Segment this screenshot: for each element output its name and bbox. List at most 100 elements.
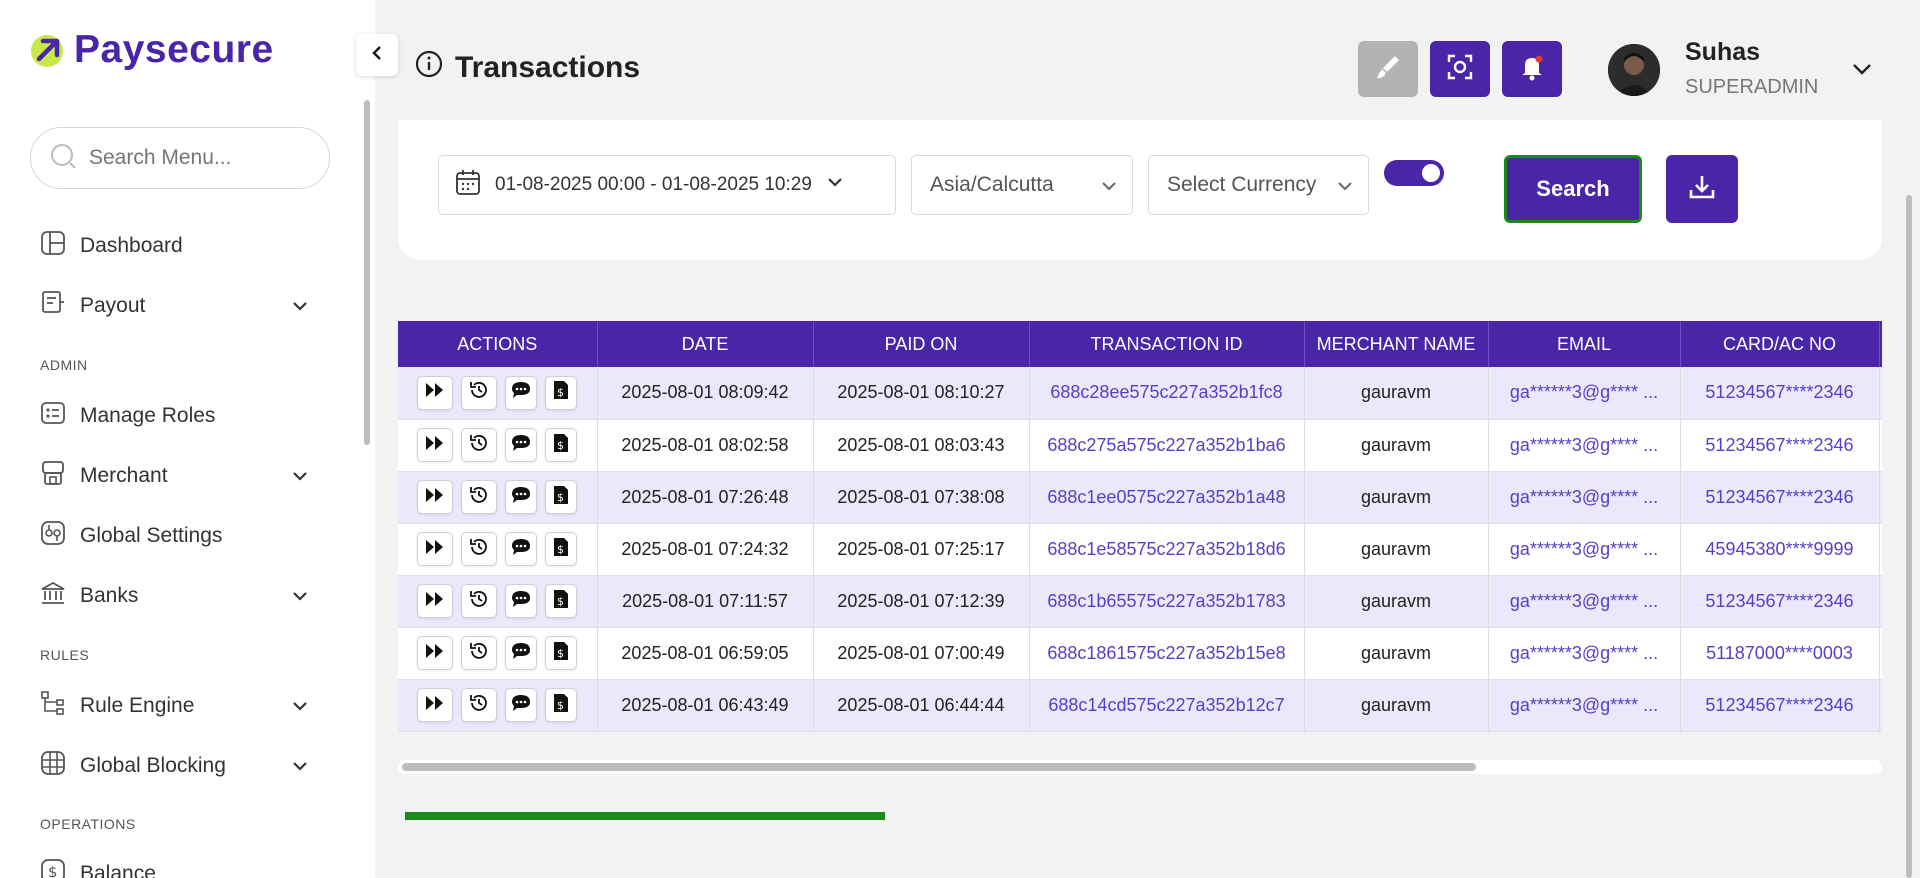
sidebar-item-global-blocking[interactable]: Global Blocking — [40, 746, 310, 786]
process-button[interactable] — [417, 532, 454, 566]
email-cell[interactable]: ga******3@g**** ... — [1488, 471, 1681, 524]
process-button[interactable] — [417, 428, 454, 462]
history-button[interactable] — [461, 480, 498, 514]
currency-select[interactable]: Select Currency — [1148, 155, 1369, 215]
invoice-button[interactable]: $ — [545, 688, 578, 722]
comment-button[interactable] — [505, 480, 538, 514]
invoice-button[interactable]: $ — [545, 428, 578, 462]
history-button[interactable] — [461, 532, 498, 566]
timezone-select[interactable]: Asia/Calcutta — [911, 155, 1133, 215]
history-button[interactable] — [461, 428, 498, 462]
user-name[interactable]: Suhas — [1685, 38, 1760, 67]
email-cell[interactable]: ga******3@g**** ... — [1488, 419, 1681, 472]
comment-button[interactable] — [505, 584, 538, 618]
comment-button[interactable] — [505, 375, 538, 410]
chevron-down-icon[interactable] — [290, 756, 310, 782]
history-button[interactable] — [461, 375, 498, 410]
email-cell[interactable]: ga******3@g**** ... — [1488, 679, 1681, 732]
column-header-actions[interactable]: ACTIONS — [398, 321, 598, 367]
table-row[interactable]: $ 2025-08-01 07:24:32 2025-08-01 07:25:1… — [398, 523, 1882, 576]
card-cell[interactable]: 51234567****2346 — [1680, 575, 1880, 628]
chevron-down-icon[interactable] — [1850, 58, 1874, 85]
column-header-merchant-name[interactable]: MERCHANT NAME — [1304, 321, 1489, 367]
email-cell[interactable]: ga******3@g**** ... — [1488, 627, 1681, 680]
notifications-button[interactable] — [1502, 41, 1562, 97]
menu-search[interactable] — [30, 127, 330, 189]
sidebar-item-balance[interactable]: $ Balance — [40, 854, 310, 878]
history-button[interactable] — [461, 688, 498, 722]
invoice-button[interactable]: $ — [545, 375, 578, 410]
sidebar-item-payout[interactable]: Payout — [40, 286, 310, 326]
card-cell[interactable]: 51234567****2346 — [1680, 367, 1880, 420]
menu-search-input[interactable] — [89, 146, 309, 170]
info-icon[interactable] — [415, 50, 443, 86]
column-header-transaction-id[interactable]: TRANSACTION ID — [1029, 321, 1305, 367]
comment-button[interactable] — [505, 636, 538, 670]
sidebar-item-global-settings[interactable]: Global Settings — [40, 516, 310, 556]
process-button[interactable] — [417, 480, 454, 514]
email-cell[interactable]: ga******3@g**** ... — [1488, 575, 1681, 628]
chevron-down-icon[interactable] — [290, 466, 310, 492]
card-cell[interactable]: 45945380****9999 — [1680, 523, 1880, 576]
search-button[interactable]: Search — [1504, 155, 1642, 223]
table-horizontal-scrollbar[interactable] — [398, 760, 1882, 774]
chevron-down-icon — [826, 173, 844, 197]
screen-capture-button[interactable] — [1430, 41, 1490, 97]
comment-button[interactable] — [505, 428, 538, 462]
download-button[interactable] — [1666, 155, 1738, 223]
table-row[interactable]: $ 2025-08-01 07:26:48 2025-08-01 07:38:0… — [398, 471, 1882, 524]
table-row[interactable]: $ 2025-08-01 08:02:58 2025-08-01 08:03:4… — [398, 419, 1882, 472]
app-logo[interactable]: Paysecure — [30, 28, 274, 72]
chevron-down-icon[interactable] — [290, 296, 310, 322]
transaction-id-link[interactable]: 688c28ee575c227a352b1fc8 — [1029, 367, 1305, 420]
table-row[interactable]: $ 2025-08-01 06:43:49 2025-08-01 06:44:4… — [398, 679, 1882, 732]
process-button[interactable] — [417, 636, 454, 670]
comment-button[interactable] — [505, 532, 538, 566]
history-button[interactable] — [461, 636, 498, 670]
sidebar-item-dashboard[interactable]: Dashboard — [40, 226, 310, 266]
history-icon — [469, 485, 489, 510]
sidebar-item-rule-engine[interactable]: Rule Engine — [40, 686, 310, 726]
process-button[interactable] — [417, 688, 454, 722]
table-row[interactable]: $ 2025-08-01 08:09:42 2025-08-01 08:10:2… — [398, 367, 1882, 420]
invoice-button[interactable]: $ — [545, 532, 578, 566]
invoice-button[interactable]: $ — [545, 480, 578, 514]
invoice-button[interactable]: $ — [545, 636, 578, 670]
card-cell[interactable]: 51234567****2346 — [1680, 419, 1880, 472]
transaction-id-link[interactable]: 688c1861575c227a352b15e8 — [1029, 627, 1305, 680]
column-header-date[interactable]: DATE — [597, 321, 814, 367]
clear-cache-button[interactable] — [1358, 41, 1418, 97]
column-header-paid-on[interactable]: PAID ON — [813, 321, 1030, 367]
email-cell[interactable]: ga******3@g**** ... — [1488, 367, 1681, 420]
transaction-id-link[interactable]: 688c1b65575c227a352b1783 — [1029, 575, 1305, 628]
email-cell[interactable]: ga******3@g**** ... — [1488, 523, 1681, 576]
process-button[interactable] — [417, 375, 454, 410]
column-header-card-ac-no[interactable]: CARD/AC NO — [1680, 321, 1880, 367]
filter-toggle[interactable] — [1384, 160, 1444, 186]
comment-button[interactable] — [505, 688, 538, 722]
table-row[interactable]: $ 2025-08-01 06:59:05 2025-08-01 07:00:4… — [398, 627, 1882, 680]
sidebar-item-manage-roles[interactable]: Manage Roles — [40, 396, 310, 436]
history-button[interactable] — [461, 584, 498, 618]
card-cell[interactable]: 51234567****2346 — [1680, 679, 1880, 732]
date-range-picker[interactable]: 01-08-2025 00:00 - 01-08-2025 10:29 — [438, 155, 896, 215]
scrollbar-thumb[interactable] — [402, 763, 1476, 771]
table-row[interactable]: $ 2025-08-01 07:11:57 2025-08-01 07:12:3… — [398, 575, 1882, 628]
avatar[interactable] — [1608, 44, 1660, 96]
sidebar-item-banks[interactable]: Banks — [40, 576, 310, 616]
chevron-down-icon[interactable] — [290, 696, 310, 722]
card-cell[interactable]: 51187000****0003 — [1680, 627, 1880, 680]
column-header-email[interactable]: EMAIL — [1488, 321, 1681, 367]
invoice-button[interactable]: $ — [545, 584, 578, 618]
sidebar-item-merchant[interactable]: Merchant — [40, 456, 310, 496]
transaction-id-link[interactable]: 688c14cd575c227a352b12c7 — [1029, 679, 1305, 732]
transaction-id-link[interactable]: 688c1e58575c227a352b18d6 — [1029, 523, 1305, 576]
transaction-id-link[interactable]: 688c275a575c227a352b1ba6 — [1029, 419, 1305, 472]
transaction-id-link[interactable]: 688c1ee0575c227a352b1a48 — [1029, 471, 1305, 524]
chevron-down-icon[interactable] — [290, 586, 310, 612]
main-vertical-scrollbar[interactable] — [1906, 195, 1912, 878]
process-button[interactable] — [417, 584, 454, 618]
sidebar-scrollbar[interactable] — [364, 100, 370, 445]
card-cell[interactable]: 51234567****2346 — [1680, 471, 1880, 524]
collapse-sidebar-button[interactable] — [356, 34, 398, 76]
